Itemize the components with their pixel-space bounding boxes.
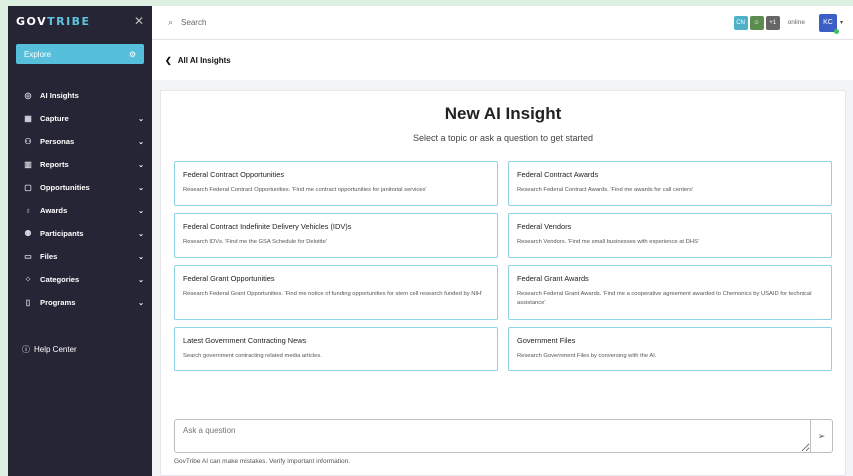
app-window: GOVTRIBE ✕ Explore ⚙ ◎ AI Insights ▦ Cap… bbox=[8, 6, 853, 476]
send-icon: ➢ bbox=[817, 430, 826, 441]
card-title: Federal Contract Awards bbox=[517, 170, 599, 179]
chevron-down-icon[interactable]: ⌄ bbox=[138, 230, 144, 238]
chevron-down-icon[interactable]: ⌄ bbox=[138, 115, 144, 123]
card-description: Research Federal Contract Opportunities.… bbox=[183, 187, 427, 193]
sidebar-item-participants[interactable]: ⚉ Participants ⌄ bbox=[8, 222, 152, 245]
topic-card-files[interactable]: Government Files Research Government Fil… bbox=[508, 327, 832, 371]
document-icon: ▢ bbox=[24, 183, 32, 192]
sidebar-item-reports[interactable]: ▥ Reports ⌄ bbox=[8, 153, 152, 176]
card-title: Federal Grant Opportunities bbox=[183, 274, 275, 283]
chevron-left-icon: ❮ bbox=[165, 55, 172, 65]
chart-icon: ▥ bbox=[24, 160, 32, 169]
more-users-badge[interactable]: +1 bbox=[765, 15, 780, 30]
sidebar-item-ai-insights[interactable]: ◎ AI Insights bbox=[8, 84, 152, 107]
chevron-down-icon[interactable]: ⌄ bbox=[138, 253, 144, 261]
topic-card-contract-opportunities[interactable]: Federal Contract Opportunities Research … bbox=[174, 161, 498, 206]
topic-card-grant-awards[interactable]: Federal Grant Awards Research Federal Gr… bbox=[508, 265, 832, 320]
sidebar-item-label: Programs bbox=[40, 298, 76, 307]
explore-button[interactable]: Explore ⚙ bbox=[16, 44, 144, 64]
sidebar-item-opportunities[interactable]: ▢ Opportunities ⌄ bbox=[8, 176, 152, 199]
topic-card-idvs[interactable]: Federal Contract Indefinite Delivery Veh… bbox=[174, 213, 498, 258]
explore-label: Explore bbox=[24, 49, 52, 59]
chevron-down-icon[interactable]: ⌄ bbox=[138, 207, 144, 215]
sidebar-item-programs[interactable]: ▯ Programs ⌄ bbox=[8, 291, 152, 314]
main-panel: New AI Insight Select a topic or ask a q… bbox=[160, 90, 846, 476]
sidebar-item-label: Opportunities bbox=[40, 183, 90, 192]
search-input[interactable]: Search bbox=[181, 18, 206, 27]
sidebar-item-personas[interactable]: ⚇ Personas ⌄ bbox=[8, 130, 152, 153]
card-description: Research Vendors. 'Find me small busines… bbox=[517, 239, 699, 245]
page-title: New AI Insight bbox=[444, 104, 562, 123]
sidebar-item-categories[interactable]: ⁘ Categories ⌄ bbox=[8, 268, 152, 291]
send-button[interactable]: ➢ bbox=[810, 420, 832, 452]
sidebar-item-label: Awards bbox=[40, 206, 68, 215]
sidebar-item-awards[interactable]: ♁ Awards ⌄ bbox=[8, 199, 152, 222]
robot-icon: ⚙ bbox=[128, 49, 136, 59]
card-description: Search government contracting related me… bbox=[183, 353, 322, 359]
ask-question-input[interactable] bbox=[175, 420, 810, 452]
page-subtitle: Select a topic or ask a question to get … bbox=[412, 133, 594, 143]
topic-card-vendors[interactable]: Federal Vendors Research Vendors. 'Find … bbox=[508, 213, 832, 258]
sidebar-item-label: Capture bbox=[40, 114, 69, 123]
avatar[interactable]: CN bbox=[733, 15, 748, 30]
sidebar-item-files[interactable]: ▭ Files ⌄ bbox=[8, 245, 152, 268]
search-bar[interactable]: ⌕ Search bbox=[152, 17, 734, 28]
topic-grid: Federal Contract Opportunities Research … bbox=[174, 161, 833, 371]
chevron-down-icon[interactable]: ⌄ bbox=[138, 161, 144, 169]
topic-card-grant-opportunities[interactable]: Federal Grant Opportunities Research Fed… bbox=[174, 265, 498, 320]
topic-card-news[interactable]: Latest Government Contracting News Searc… bbox=[174, 327, 498, 371]
sidebar: GOVTRIBE ✕ Explore ⚙ ◎ AI Insights ▦ Cap… bbox=[8, 6, 152, 476]
card-description: Research IDVs. 'Find me the GSA Schedule… bbox=[183, 239, 327, 245]
participants-icon: ⚉ bbox=[24, 229, 32, 238]
ask-question-box: ➢ bbox=[174, 419, 833, 453]
card-description: Research Federal Grant Opportunities. 'F… bbox=[183, 291, 483, 297]
grid-icon: ▦ bbox=[24, 114, 32, 123]
help-icon: ⓘ bbox=[22, 345, 30, 354]
card-title: Federal Vendors bbox=[517, 222, 572, 231]
chevron-down-icon[interactable]: ⌄ bbox=[138, 276, 144, 284]
card-title: Government Files bbox=[517, 336, 576, 345]
programs-icon: ▯ bbox=[25, 298, 31, 307]
user-avatar[interactable]: KC bbox=[818, 13, 839, 34]
card-description: Research Government Files by conversing … bbox=[517, 353, 657, 359]
sidebar-item-label: Categories bbox=[40, 275, 80, 284]
chevron-down-icon[interactable]: ⌄ bbox=[138, 184, 144, 192]
logo[interactable]: GOVTRIBE bbox=[16, 15, 91, 28]
card-title: Federal Contract Opportunities bbox=[183, 170, 285, 179]
presence-indicators: CN ☺ +1 online bbox=[733, 15, 805, 30]
card-title: Federal Contract Indefinite Delivery Veh… bbox=[183, 222, 352, 231]
sidebar-item-label: AI Insights bbox=[40, 91, 79, 100]
sidebar-item-capture[interactable]: ▦ Capture ⌄ bbox=[8, 107, 152, 130]
back-label: All AI Insights bbox=[177, 55, 231, 65]
sidebar-header: GOVTRIBE ✕ bbox=[8, 6, 152, 36]
ai-disclaimer: GovTribe AI can make mistakes. Verify im… bbox=[174, 458, 351, 465]
back-link[interactable]: ❮ All AI Insights bbox=[152, 40, 853, 80]
sidebar-item-label: Personas bbox=[40, 137, 75, 146]
sidebar-item-label: Files bbox=[40, 252, 58, 261]
top-bar: ⌕ Search CN ☺ +1 online KC ▾ bbox=[152, 6, 853, 40]
help-center-label: Help Center bbox=[34, 345, 77, 354]
card-title: Federal Grant Awards bbox=[517, 274, 589, 283]
sidebar-nav: ◎ AI Insights ▦ Capture ⌄ ⚇ Personas ⌄ ▥… bbox=[8, 84, 152, 314]
close-icon[interactable]: ✕ bbox=[134, 14, 144, 28]
categories-icon: ⁘ bbox=[24, 275, 32, 284]
chevron-down-icon[interactable]: ⌄ bbox=[138, 299, 144, 307]
online-label: online bbox=[787, 19, 805, 26]
card-description: Research Federal Grant Awards. 'Find me … bbox=[517, 291, 812, 306]
card-title: Latest Government Contracting News bbox=[183, 336, 307, 345]
online-status-dot bbox=[833, 28, 839, 34]
search-icon: ⌕ bbox=[168, 17, 174, 27]
avatar-image[interactable]: ☺ bbox=[749, 15, 764, 30]
people-icon: ⚇ bbox=[24, 137, 32, 146]
chevron-down-icon[interactable]: ▾ bbox=[840, 19, 843, 26]
folder-icon: ▭ bbox=[24, 252, 32, 261]
award-icon: ♁ bbox=[25, 206, 31, 215]
ai-icon: ◎ bbox=[24, 91, 32, 100]
sidebar-item-label: Reports bbox=[40, 160, 69, 169]
topic-card-contract-awards[interactable]: Federal Contract Awards Research Federal… bbox=[508, 161, 832, 206]
help-center-link[interactable]: ⓘ Help Center bbox=[8, 344, 152, 355]
chevron-down-icon[interactable]: ⌄ bbox=[138, 138, 144, 146]
card-description: Research Federal Contract Awards. 'Find … bbox=[517, 187, 694, 193]
sidebar-item-label: Participants bbox=[40, 229, 84, 238]
